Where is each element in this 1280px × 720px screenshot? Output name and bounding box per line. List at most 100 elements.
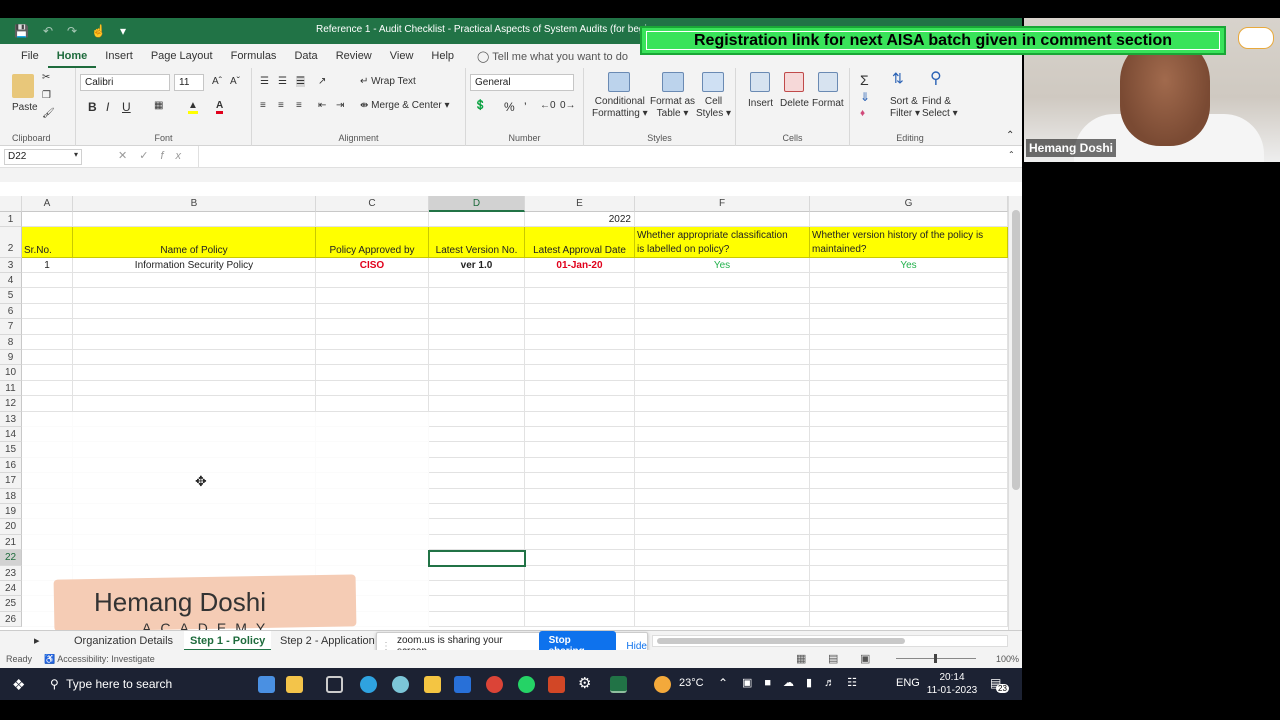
sheet-tab-step2-application[interactable]: Step 2 - Application xyxy=(274,631,381,651)
table-cell[interactable] xyxy=(635,212,810,227)
table-cell[interactable] xyxy=(429,581,525,597)
table-cell[interactable] xyxy=(635,596,810,612)
undo-icon[interactable]: ↶ xyxy=(43,24,53,38)
table-cell[interactable] xyxy=(810,273,1008,289)
table-cell[interactable] xyxy=(810,396,1008,412)
cell-styles-icon[interactable] xyxy=(702,72,724,92)
table-cell[interactable] xyxy=(73,319,316,335)
table-cell[interactable] xyxy=(810,212,1008,227)
table-cell[interactable] xyxy=(316,411,429,427)
table-cell[interactable] xyxy=(22,288,73,304)
table-cell[interactable] xyxy=(22,212,73,227)
table-cell[interactable] xyxy=(635,380,810,397)
table-cell[interactable] xyxy=(525,442,635,458)
table-cell[interactable] xyxy=(73,427,316,443)
table-cell[interactable] xyxy=(525,581,635,597)
table-cell[interactable] xyxy=(635,427,810,443)
table-cell[interactable] xyxy=(22,334,73,350)
column-header-e[interactable]: E xyxy=(525,196,635,212)
table-cell[interactable] xyxy=(635,411,810,427)
table-cell[interactable] xyxy=(525,504,635,520)
table-cell[interactable] xyxy=(429,442,525,458)
settings-icon[interactable]: ⚙ xyxy=(578,674,595,692)
paste-button[interactable]: Paste xyxy=(12,102,38,113)
row-header[interactable]: 16 xyxy=(0,457,22,474)
header-sr-no[interactable]: Sr.No. xyxy=(22,227,73,258)
table-cell[interactable] xyxy=(635,334,810,350)
row-header[interactable]: 4 xyxy=(0,273,22,289)
table-cell[interactable] xyxy=(525,288,635,304)
column-header-g[interactable]: G xyxy=(810,196,1008,212)
table-cell[interactable] xyxy=(429,427,525,443)
enter-icon[interactable]: ✓ xyxy=(139,150,160,162)
cell-f3[interactable]: Yes xyxy=(635,258,810,273)
table-cell[interactable] xyxy=(22,303,73,320)
table-cell[interactable] xyxy=(810,303,1008,320)
table-cell[interactable] xyxy=(73,488,316,504)
table-cell[interactable] xyxy=(73,457,316,474)
tab-home[interactable]: Home xyxy=(47,44,97,68)
table-cell[interactable] xyxy=(22,273,73,289)
table-cell[interactable] xyxy=(525,334,635,350)
tab-view[interactable]: View xyxy=(381,44,423,68)
table-cell[interactable] xyxy=(73,365,316,381)
table-cell[interactable] xyxy=(525,519,635,535)
align-middle-icon[interactable]: ☰ xyxy=(278,76,287,87)
table-cell[interactable] xyxy=(429,457,525,474)
table-cell[interactable] xyxy=(525,488,635,504)
fill-color-icon[interactable]: ▲ xyxy=(188,100,198,114)
font-family-select[interactable]: Calibri xyxy=(80,74,170,91)
table-cell[interactable] xyxy=(635,442,810,458)
table-cell[interactable] xyxy=(429,273,525,289)
table-cell[interactable] xyxy=(525,457,635,474)
name-box[interactable]: D22 xyxy=(4,149,82,165)
font-color-icon[interactable]: A xyxy=(216,100,224,114)
chrome-icon[interactable] xyxy=(486,676,503,693)
row-header[interactable]: 22 xyxy=(0,550,22,566)
table-cell[interactable] xyxy=(635,488,810,504)
language-indicator[interactable]: ENG xyxy=(896,677,920,689)
merge-center-button[interactable]: ⇼ Merge & Center ▾ xyxy=(360,100,450,111)
table-cell[interactable] xyxy=(525,380,635,397)
sheet-tab-step1-policy[interactable]: Step 1 - Policy xyxy=(184,631,272,651)
underline-icon[interactable]: U xyxy=(122,100,131,114)
table-cell[interactable] xyxy=(525,350,635,366)
table-cell[interactable] xyxy=(316,519,429,535)
font-size-select[interactable]: 11 xyxy=(174,74,204,91)
zoom-slider-thumb[interactable] xyxy=(934,654,937,663)
sheet-tab-organization-details[interactable]: Organization Details xyxy=(68,631,179,651)
conditional-formatting-icon[interactable] xyxy=(608,72,630,92)
table-cell[interactable] xyxy=(22,411,73,427)
table-cell[interactable] xyxy=(73,350,316,366)
table-cell[interactable] xyxy=(525,550,635,566)
table-cell[interactable] xyxy=(635,565,810,581)
table-cell[interactable] xyxy=(525,611,635,628)
row-header[interactable]: 9 xyxy=(0,350,22,366)
row-header[interactable]: 15 xyxy=(0,442,22,458)
table-cell[interactable] xyxy=(429,519,525,535)
autosum-icon[interactable]: Σ xyxy=(860,72,869,88)
table-cell[interactable] xyxy=(810,611,1008,628)
table-cell[interactable] xyxy=(316,380,429,397)
row-header[interactable]: 21 xyxy=(0,534,22,551)
row-header[interactable]: 24 xyxy=(0,581,22,597)
row-header[interactable]: 6 xyxy=(0,303,22,320)
table-cell[interactable] xyxy=(635,288,810,304)
table-cell[interactable] xyxy=(810,565,1008,581)
sort-filter-icon[interactable]: ⇅ xyxy=(892,70,904,87)
table-cell[interactable] xyxy=(429,350,525,366)
table-cell[interactable] xyxy=(810,411,1008,427)
tell-me-search[interactable]: ◯ Tell me what you want to do xyxy=(477,50,628,63)
table-cell[interactable] xyxy=(810,488,1008,504)
cancel-icon[interactable]: ✕ xyxy=(118,150,139,162)
row-header[interactable]: 1 xyxy=(0,212,22,227)
table-cell[interactable] xyxy=(22,473,73,489)
align-right-icon[interactable]: ≡ xyxy=(296,100,302,111)
table-cell[interactable] xyxy=(429,396,525,412)
wrap-text-button[interactable]: ↵ Wrap Text xyxy=(360,76,416,87)
format-cells-button[interactable]: Format xyxy=(812,98,844,109)
table-cell[interactable] xyxy=(635,350,810,366)
find-select-icon[interactable]: ⚲ xyxy=(930,68,942,88)
header-policy-approved-by[interactable]: Policy Approved by xyxy=(316,227,429,258)
row-header[interactable]: 23 xyxy=(0,565,22,581)
